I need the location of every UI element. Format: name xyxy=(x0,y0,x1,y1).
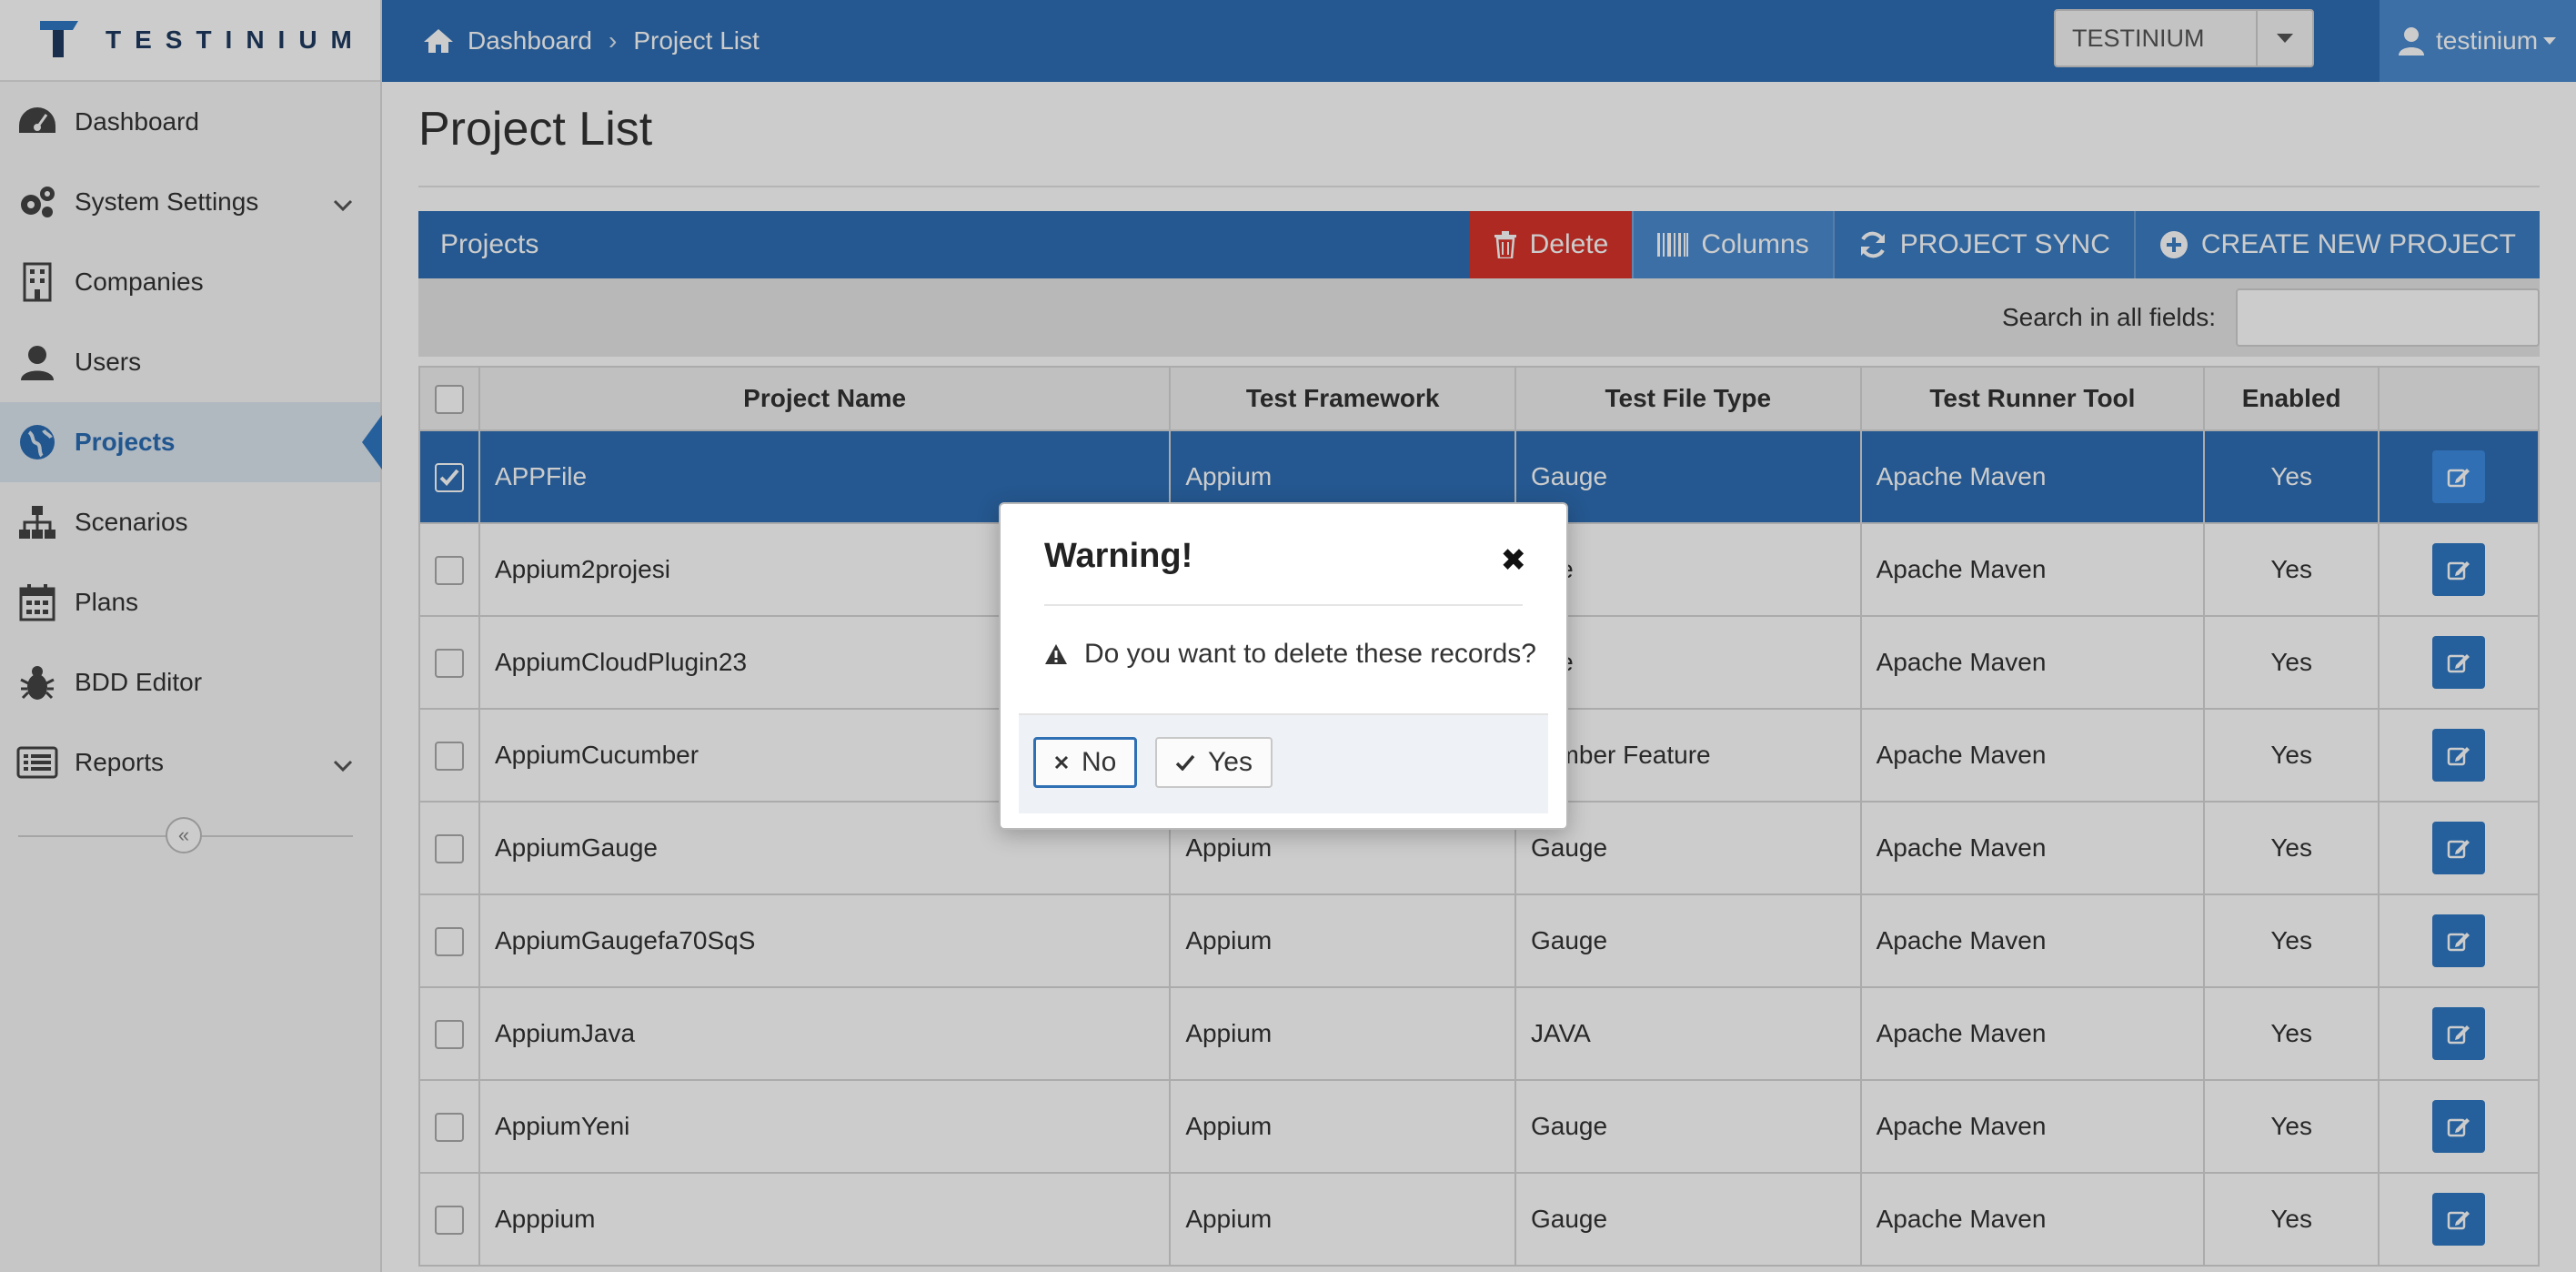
warning-icon xyxy=(1045,644,1067,664)
yes-button-label: Yes xyxy=(1208,747,1253,777)
check-icon xyxy=(1175,754,1195,771)
close-icon[interactable]: ✖ xyxy=(1501,542,1527,579)
divider xyxy=(1044,604,1523,606)
no-button-label: No xyxy=(1082,747,1117,777)
no-button[interactable]: No xyxy=(1033,737,1138,788)
warning-dialog: Warning! ✖ Do you want to delete these r… xyxy=(999,502,1568,830)
times-icon xyxy=(1054,755,1069,770)
dialog-footer: No Yes xyxy=(1019,713,1548,813)
dialog-message: Do you want to delete these records? xyxy=(1044,639,1536,670)
yes-button[interactable]: Yes xyxy=(1155,737,1273,788)
dialog-message-text: Do you want to delete these records? xyxy=(1084,639,1536,669)
dialog-title: Warning! xyxy=(1044,537,1193,575)
